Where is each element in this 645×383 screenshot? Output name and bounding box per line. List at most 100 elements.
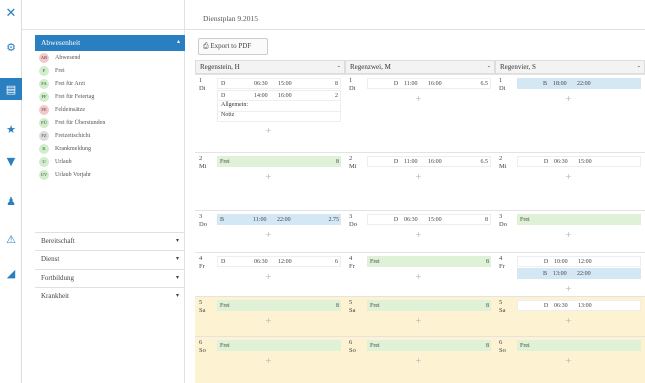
employee-column: Regenvier, S - 1 Di B 18:00 22:00 +2 Mi D 06:30 15:…	[495, 60, 645, 383]
shift-end: 12:00	[278, 258, 292, 265]
chart-icon[interactable]: ◢	[0, 262, 22, 284]
section-krankheit[interactable]: Krankheit ▾	[35, 287, 185, 303]
user-icon[interactable]: ♟	[0, 190, 22, 212]
day-cell[interactable]: 5 Sa Frei 8 +	[345, 296, 495, 336]
shift-entry[interactable]: D 11:00 16:00 6.5	[367, 156, 491, 167]
shift-entry[interactable]: D 10:00 12:00	[517, 256, 641, 267]
export-label: Export to PDF	[210, 42, 252, 50]
shift-hours: 8	[486, 302, 489, 309]
absence-item[interactable]: U Urlaub	[35, 155, 185, 168]
day-cell[interactable]: 6 So Frei +	[195, 336, 345, 383]
absence-label: Frei für Überstunden	[55, 119, 106, 126]
shift-entry[interactable]: D 06:30 15:00 8	[217, 78, 341, 89]
shift-hours: 6.5	[480, 158, 489, 165]
shift-entry[interactable]: D 14:00 16:00 2	[217, 90, 341, 101]
add-shift-icon[interactable]: +	[265, 316, 272, 325]
group-label: Abwesenheit	[41, 38, 81, 47]
add-shift-icon[interactable]: +	[415, 230, 422, 239]
collapse-icon[interactable]: -	[488, 62, 490, 70]
shift-entry[interactable]: Frei	[517, 214, 641, 225]
day-cell[interactable]: 4 Fr D 10:00 12:00 B 13:00 22:00 +	[495, 252, 645, 296]
section-dienst[interactable]: Dienst ▾	[35, 250, 185, 266]
shift-entry[interactable]: Frei	[517, 340, 641, 351]
day-number: 3	[499, 213, 503, 220]
day-cell[interactable]: 5 Sa Frei 8 +	[195, 296, 345, 336]
add-shift-icon[interactable]: +	[415, 272, 422, 281]
day-cell[interactable]: 5 Sa D 06:30 13:00 +	[495, 296, 645, 336]
shift-entry[interactable]: Frei 8	[367, 300, 491, 311]
absence-item[interactable]: FF Frei für Feiertag	[35, 90, 185, 103]
day-cell[interactable]: 4 Fr D 06:30 12:00 6 +	[195, 252, 345, 296]
absence-label: Urlaub	[55, 158, 72, 165]
shift-entry[interactable]: D 06:30 15:00	[517, 156, 641, 167]
absence-item[interactable]: UV Urlaub Vorjahr	[35, 168, 185, 181]
add-shift-icon[interactable]: +	[415, 94, 422, 103]
add-shift-icon[interactable]: +	[565, 316, 572, 325]
day-cell[interactable]: 1 Di D 06:30 15:00 8 D 14:00 16:00 2 Allgemein: Not…	[195, 74, 345, 152]
star-icon[interactable]: ★	[0, 118, 22, 140]
add-shift-icon[interactable]: +	[565, 94, 572, 103]
add-shift-icon[interactable]: +	[415, 172, 422, 181]
add-shift-icon[interactable]: +	[265, 272, 272, 281]
day-cell[interactable]: 2 Mi D 06:30 15:00 +	[495, 152, 645, 210]
warning-icon[interactable]: ⚠	[0, 228, 22, 250]
day-cell[interactable]: 6 So Frei +	[495, 336, 645, 383]
export-pdf-button[interactable]: ⎙ Export to PDF	[198, 38, 268, 55]
add-shift-icon[interactable]: +	[265, 356, 272, 365]
collapse-icon[interactable]: -	[638, 62, 640, 70]
day-cell[interactable]: 3 Do D 06:30 15:00 8 +	[345, 210, 495, 252]
add-shift-icon[interactable]: +	[415, 356, 422, 365]
absence-item[interactable]: K Krankmeldung	[35, 142, 185, 155]
add-shift-icon[interactable]: +	[265, 126, 272, 135]
weekday: Di	[499, 85, 506, 92]
absence-item[interactable]: FA Frei für Arzt	[35, 77, 185, 90]
shift-entry[interactable]: D 06:30 13:00	[517, 300, 641, 311]
close-icon[interactable]: ✕	[0, 2, 22, 24]
absence-item[interactable]: FÜ Frei für Überstunden	[35, 116, 185, 129]
absence-item[interactable]: FE Feldeinsätze	[35, 103, 185, 116]
add-shift-icon[interactable]: +	[565, 356, 572, 365]
absence-item[interactable]: F Frei	[35, 64, 185, 77]
shift-entry[interactable]: B 18:00 22:00	[517, 78, 641, 89]
day-cell[interactable]: 6 So Frei 8 +	[345, 336, 495, 383]
absence-item[interactable]: FZ Freizeitschicht	[35, 129, 185, 142]
add-shift-icon[interactable]: +	[565, 284, 572, 293]
shift-entry[interactable]: Frei 8	[217, 156, 341, 167]
day-cell[interactable]: 4 Fr Frei 8 +	[345, 252, 495, 296]
shift-entry[interactable]: Frei 8	[367, 256, 491, 267]
group-abwesenheit[interactable]: Abwesenheit ▴	[35, 35, 185, 51]
add-shift-icon[interactable]: +	[415, 316, 422, 325]
shift-entry[interactable]: B 11:00 22:00 2.75	[217, 214, 341, 225]
day-cell[interactable]: 3 Do Frei +	[495, 210, 645, 252]
day-cell[interactable]: 1 Di D 11:00 16:00 6.5 +	[345, 74, 495, 152]
shift-entry[interactable]: Frei	[217, 340, 341, 351]
gear-icon[interactable]: ⚙	[0, 36, 22, 58]
shift-end: 12:00	[578, 258, 592, 265]
day-cell[interactable]: 2 Mi D 11:00 16:00 6.5 +	[345, 152, 495, 210]
day-cell[interactable]: 3 Do B 11:00 22:00 2.75 +	[195, 210, 345, 252]
filter-icon[interactable]: ▼	[0, 150, 22, 172]
shift-type: Frei	[220, 342, 230, 349]
day-cell[interactable]: 1 Di B 18:00 22:00 +	[495, 74, 645, 152]
add-shift-icon[interactable]: +	[265, 230, 272, 239]
day-number: 2	[199, 155, 203, 162]
shift-entry[interactable]: B 13:00 22:00	[517, 268, 641, 279]
absence-item[interactable]: AB Abwesend	[35, 51, 185, 64]
shift-end: 16:00	[278, 92, 292, 99]
add-shift-icon[interactable]: +	[565, 230, 572, 239]
shift-entry[interactable]: Frei 8	[367, 340, 491, 351]
shift-hours: 8	[336, 302, 339, 309]
calendar-icon[interactable]: ▤	[0, 78, 22, 100]
shift-entry[interactable]: D 06:30 12:00 6	[217, 256, 341, 267]
shift-entry[interactable]: D 06:30 15:00 8	[367, 214, 491, 225]
section-fortbildung[interactable]: Fortbildung ▾	[35, 269, 185, 285]
add-shift-icon[interactable]: +	[565, 172, 572, 181]
shift-entry[interactable]: Frei 8	[217, 300, 341, 311]
day-cell[interactable]: 2 Mi Frei 8 +	[195, 152, 345, 210]
shift-entry[interactable]: D 11:00 16:00 6.5	[367, 78, 491, 89]
shift-hours: 2	[335, 92, 338, 99]
collapse-icon[interactable]: -	[338, 62, 340, 70]
section-bereitschaft[interactable]: Bereitschaft ▾	[35, 232, 185, 248]
absence-code-badge: FZ	[39, 130, 49, 141]
add-shift-icon[interactable]: +	[265, 172, 272, 181]
